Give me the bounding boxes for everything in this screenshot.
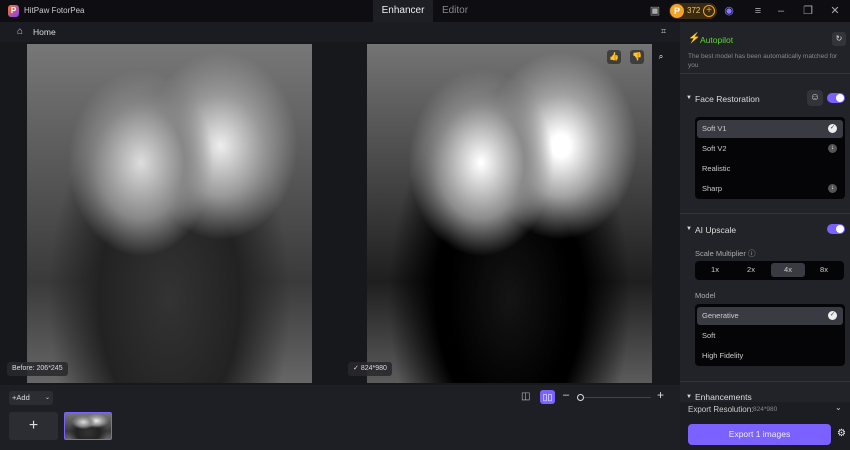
- zoom-icon[interactable]: ⌕: [654, 50, 668, 64]
- coin-icon: P: [670, 4, 684, 18]
- option-label: Soft: [702, 331, 716, 340]
- zoom-out-icon[interactable]: –: [563, 389, 569, 401]
- export-resolution-label: Export Resolution:: [688, 405, 754, 414]
- split-view-icon[interactable]: ◫: [521, 391, 530, 402]
- divider: [680, 381, 850, 382]
- thumbs-down-icon[interactable]: 👎: [630, 50, 644, 64]
- zoom-in-icon[interactable]: +: [657, 388, 664, 402]
- crop-icon[interactable]: ⌗: [661, 26, 666, 37]
- tab-enhancer[interactable]: Enhancer: [373, 0, 433, 22]
- after-size-label: 824*980: [360, 365, 387, 372]
- face-option-soft-v1[interactable]: Soft V1 ✓: [697, 120, 843, 138]
- export-resolution-value: 824*980: [753, 406, 778, 413]
- upscale-model-list: Generative ✓ Soft High Fidelity: [695, 304, 845, 366]
- scale-1x[interactable]: 1x: [698, 263, 732, 277]
- export-button[interactable]: Export 1 images: [688, 424, 831, 445]
- restore-icon[interactable]: ❐: [801, 4, 815, 18]
- scale-multiplier-label: Scale Multiplier ⓘ: [695, 248, 755, 259]
- bottom-bar: +Add ⌄ + ◫ ▯▯ – +: [0, 385, 680, 450]
- refresh-icon[interactable]: ↻: [832, 32, 846, 46]
- divider: [680, 213, 850, 214]
- home-link[interactable]: Home: [33, 27, 56, 37]
- option-label: Realistic: [702, 164, 731, 173]
- add-image-button[interactable]: +: [9, 412, 58, 440]
- lightning-icon: ⚡: [688, 33, 701, 44]
- scale-2x[interactable]: 2x: [734, 263, 768, 277]
- check-icon: ✓: [828, 311, 837, 320]
- add-label: Add: [16, 393, 30, 402]
- after-size-badge: ✓ 824*980: [348, 362, 392, 376]
- check-icon: ✓: [353, 365, 361, 372]
- model-option-high-fidelity[interactable]: High Fidelity: [697, 347, 843, 365]
- face-option-sharp[interactable]: Sharp ↓: [697, 180, 843, 198]
- settings-gear-icon[interactable]: ⚙: [837, 428, 846, 439]
- scale-selector: 1x 2x 4x 8x: [695, 261, 844, 280]
- scale-8x[interactable]: 8x: [807, 263, 841, 277]
- model-label: Model: [695, 291, 716, 300]
- face-restoration-title: Face Restoration: [695, 94, 760, 104]
- enhancements-title: Enhancements: [695, 392, 752, 402]
- settings-panel: ⚡ Autopilot ↻ The best model has been au…: [680, 22, 850, 450]
- add-coins-icon[interactable]: +: [703, 5, 715, 17]
- chevron-down-icon[interactable]: ⌄: [45, 391, 50, 405]
- side-by-side-view-icon[interactable]: ▯▯: [540, 390, 555, 404]
- autopilot-title: Autopilot: [700, 35, 734, 45]
- face-restoration-toggle[interactable]: [827, 93, 845, 103]
- expand-icon[interactable]: ⌄: [835, 403, 842, 412]
- menu-icon[interactable]: ≡: [751, 4, 765, 18]
- add-button[interactable]: +Add ⌄: [9, 391, 53, 405]
- face-option-realistic[interactable]: Realistic: [697, 160, 843, 178]
- collapse-icon[interactable]: ▼: [686, 95, 692, 101]
- collapse-icon[interactable]: ▼: [686, 226, 692, 232]
- before-size-badge: Before: 206*245: [7, 362, 68, 376]
- zoom-slider-handle[interactable]: [577, 394, 584, 401]
- option-label: Soft V2: [702, 144, 727, 153]
- model-option-generative[interactable]: Generative ✓: [697, 307, 843, 325]
- home-icon[interactable]: ⌂: [17, 26, 23, 37]
- check-icon: ✓: [828, 124, 837, 133]
- divider: [680, 73, 850, 74]
- coins-badge[interactable]: P 372 +: [669, 3, 717, 19]
- ai-upscale-toggle[interactable]: [827, 224, 845, 234]
- messages-icon[interactable]: ▣: [648, 4, 662, 18]
- face-icon[interactable]: ☺: [807, 90, 823, 106]
- home-bar: ⌂ Home ⌗: [0, 22, 680, 42]
- account-icon[interactable]: ◉: [722, 4, 736, 18]
- close-icon[interactable]: ✕: [828, 4, 842, 18]
- scale-label: Scale Multiplier: [695, 249, 746, 258]
- option-label: High Fidelity: [702, 351, 744, 360]
- export-area: Export Resolution: 824*980 ⌄ Export 1 im…: [680, 402, 850, 450]
- before-image: [27, 44, 312, 383]
- minimize-icon[interactable]: –: [774, 4, 788, 18]
- download-icon[interactable]: ↓: [828, 184, 837, 193]
- app-title: HitPaw FotorPea: [24, 6, 85, 15]
- image-thumbnail[interactable]: [64, 412, 112, 440]
- ai-upscale-title: AI Upscale: [695, 225, 737, 235]
- option-label: Generative: [702, 311, 739, 320]
- collapse-icon[interactable]: ▼: [686, 394, 692, 400]
- zoom-slider[interactable]: [578, 397, 651, 398]
- thumbs-up-icon[interactable]: 👍: [607, 50, 621, 64]
- autopilot-description: The best model has been automatically ma…: [688, 53, 838, 69]
- coin-count: 372: [687, 6, 701, 15]
- option-label: Soft V1: [702, 124, 727, 133]
- download-icon[interactable]: ↓: [828, 144, 837, 153]
- info-icon[interactable]: ⓘ: [748, 249, 756, 258]
- model-option-soft[interactable]: Soft: [697, 327, 843, 345]
- face-model-list: Soft V1 ✓ Soft V2 ↓ Realistic Sharp ↓: [695, 117, 845, 199]
- tab-editor[interactable]: Editor: [433, 0, 477, 22]
- scale-4x[interactable]: 4x: [771, 263, 805, 277]
- title-bar: P HitPaw FotorPea Enhancer Editor ▣ P 37…: [0, 0, 850, 22]
- option-label: Sharp: [702, 184, 723, 193]
- face-option-soft-v2[interactable]: Soft V2 ↓: [697, 140, 843, 158]
- after-image: [367, 44, 652, 383]
- app-logo: P: [8, 5, 19, 17]
